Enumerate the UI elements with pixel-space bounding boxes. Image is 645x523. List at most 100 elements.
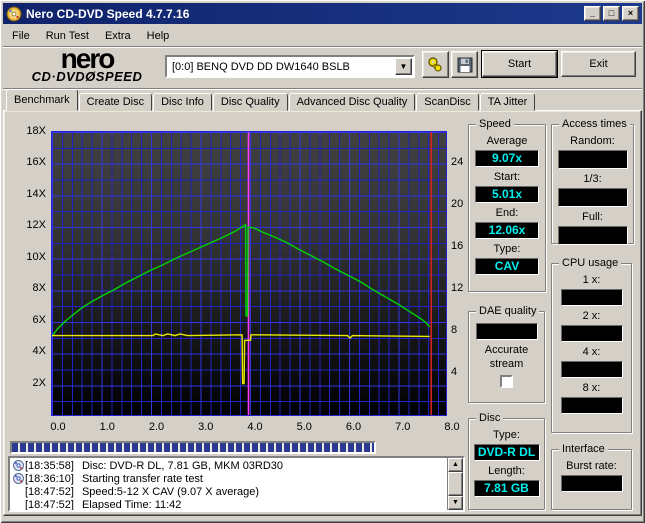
- x-axis-tick: 8.0: [444, 421, 460, 433]
- cpu-4x-label: 4 x:: [582, 346, 601, 358]
- left-axis-tick: 2X: [32, 376, 46, 389]
- accurate-stream-checkbox[interactable]: [500, 375, 513, 388]
- cpu-1x-value: [560, 289, 623, 306]
- cpu-1x-label: 1 x:: [582, 274, 601, 286]
- tab-advanced-disc-quality[interactable]: Advanced Disc Quality: [288, 93, 416, 111]
- dae-quality-value: [475, 323, 538, 340]
- cpu-usage-title: CPU usage: [559, 257, 622, 269]
- separator: [3, 88, 642, 90]
- log-text: Starting transfer rate test: [81, 472, 203, 485]
- tab-scandisc[interactable]: ScanDisc: [416, 93, 479, 111]
- keys-icon: [427, 56, 442, 72]
- burst-rate-value: [560, 475, 623, 492]
- floppy-save-icon: [457, 57, 472, 72]
- tab-disc-quality[interactable]: Disc Quality: [212, 93, 288, 111]
- transfer-rate-line: [52, 223, 431, 337]
- access-times-panel: Access times Random: 1/3: Full:: [551, 118, 634, 245]
- disc-icon: [12, 473, 25, 484]
- accurate-stream-label-2: stream: [489, 358, 524, 370]
- interface-panel-title: Interface: [559, 443, 608, 455]
- disc-length-label: Length:: [488, 465, 525, 477]
- average-speed-value: 9.07x: [475, 150, 539, 167]
- burst-rate-label: Burst rate:: [566, 460, 617, 472]
- tab-benchmark[interactable]: Benchmark: [6, 89, 78, 111]
- left-axis-tick: 10X: [26, 250, 46, 263]
- tab-ta-jitter[interactable]: TA Jitter: [479, 93, 536, 111]
- cpu-2x-label: 2 x:: [582, 310, 601, 322]
- disc-icon: [12, 460, 25, 471]
- log-entry[interactable]: [18:35:58] Disc: DVD-R DL, 7.81 GB, MKM 0…: [12, 459, 447, 472]
- log-list[interactable]: [18:35:58] Disc: DVD-R DL, 7.81 GB, MKM 0…: [10, 458, 447, 510]
- interface-panel: Interface Burst rate:: [551, 443, 632, 510]
- one-third-access-value: [557, 188, 628, 207]
- average-label: Average: [486, 135, 528, 147]
- end-speed-value: 12.06x: [475, 222, 539, 239]
- rotation-speed-line: [52, 333, 430, 385]
- cpu-8x-label: 8 x:: [582, 382, 601, 394]
- log-text: Disc: DVD-R DL, 7.81 GB, MKM 03RD30: [81, 459, 284, 472]
- menu-item-extra[interactable]: Extra: [97, 28, 139, 44]
- x-axis-tick: 3.0: [198, 421, 214, 433]
- accurate-stream-label-1: Accurate: [484, 344, 529, 356]
- transfer-rate-chart: [51, 131, 447, 416]
- log-panel[interactable]: [18:35:58] Disc: DVD-R DL, 7.81 GB, MKM 0…: [8, 456, 465, 512]
- app-disc-icon: [6, 6, 22, 21]
- tab-disc-info[interactable]: Disc Info: [153, 93, 212, 111]
- menu-item-run-test[interactable]: Run Test: [38, 28, 97, 44]
- log-entry[interactable]: [18:47:52] Speed:5-12 X CAV (9.07 X avera…: [12, 485, 447, 498]
- test-progress-bar: [10, 441, 376, 454]
- x-axis-tick: 4.0: [247, 421, 263, 433]
- menu-item-help[interactable]: Help: [139, 28, 178, 44]
- cddvdspeed-logo-text: CD·DVDØSPEED: [31, 69, 143, 84]
- one-third-label: 1/3:: [583, 173, 602, 185]
- chevron-down-icon[interactable]: ▼: [395, 58, 412, 75]
- maximize-button[interactable]: □: [603, 6, 620, 21]
- left-axis-tick: 14X: [26, 187, 46, 200]
- x-axis-tick: 5.0: [296, 421, 312, 433]
- disc-type-value: DVD-R DL: [473, 444, 540, 461]
- log-entry[interactable]: [18:36:10] Starting transfer rate test: [12, 472, 447, 485]
- drive-select-value: [0:0] BENQ DVD DD DW1640 BSLB: [172, 60, 350, 73]
- dae-quality-title: DAE quality: [476, 305, 540, 317]
- nero-logo-text: nero: [60, 43, 116, 74]
- drive-select[interactable]: [0:0] BENQ DVD DD DW1640 BSLB ▼: [165, 55, 415, 78]
- log-timestamp: [18:47:52]: [25, 485, 74, 498]
- tab-create-disc[interactable]: Create Disc: [78, 93, 153, 111]
- speed-type-value: CAV: [475, 258, 539, 275]
- speed-panel-title: Speed: [476, 118, 514, 130]
- app-window: Nero CD-DVD Speed 4.7.7.16 _ □ × File Run…: [0, 0, 645, 523]
- cpu-usage-panel: CPU usage 1 x: 2 x: 4 x: 8 x:: [551, 257, 632, 433]
- x-axis-tick: 0.0: [50, 421, 66, 433]
- dae-quality-panel: DAE quality Accurate stream: [468, 305, 545, 403]
- x-axis-tick: 1.0: [99, 421, 115, 433]
- disc-type-label: Type:: [493, 429, 520, 441]
- menu-item-file[interactable]: File: [4, 28, 38, 44]
- end-label: End:: [495, 207, 519, 219]
- log-entry[interactable]: [18:47:52] Elapsed Time: 11:42: [12, 498, 447, 511]
- random-label: Random:: [570, 135, 615, 147]
- exit-button[interactable]: Exit: [561, 51, 636, 77]
- random-access-value: [557, 150, 628, 169]
- cpu-8x-value: [560, 397, 623, 414]
- keys-button[interactable]: [422, 51, 449, 78]
- window-title: Nero CD-DVD Speed 4.7.7.16: [26, 6, 190, 21]
- cpu-4x-value: [560, 361, 623, 378]
- x-axis-tick: 2.0: [148, 421, 165, 433]
- scroll-thumb[interactable]: [448, 472, 463, 496]
- save-button[interactable]: [451, 51, 478, 78]
- minimize-button[interactable]: _: [584, 6, 601, 21]
- left-axis-tick: 12X: [26, 219, 46, 232]
- log-timestamp: [18:35:58]: [25, 459, 74, 472]
- log-scrollbar[interactable]: ▲ ▼: [447, 458, 463, 510]
- scroll-up-button[interactable]: ▲: [448, 458, 463, 472]
- full-label: Full:: [582, 211, 603, 223]
- close-button[interactable]: ×: [622, 6, 639, 21]
- start-button[interactable]: Start: [482, 51, 557, 77]
- start-label: Start:: [493, 171, 521, 183]
- title-bar: Nero CD-DVD Speed 4.7.7.16 _ □ ×: [3, 3, 642, 24]
- full-access-value: [557, 226, 628, 245]
- x-axis-tick: 7.0: [395, 421, 411, 433]
- disc-length-value: 7.81 GB: [473, 480, 540, 497]
- speed-panel: Speed Average 9.07x Start: 5.01x End: 12…: [468, 118, 546, 292]
- scroll-down-button[interactable]: ▼: [448, 496, 463, 510]
